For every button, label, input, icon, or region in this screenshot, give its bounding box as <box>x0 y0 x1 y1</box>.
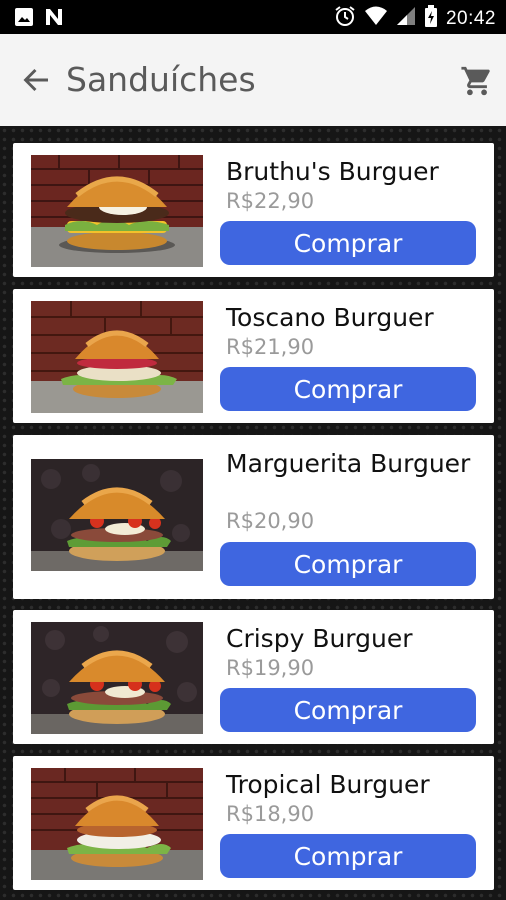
product-price: R$20,90 <box>226 509 315 533</box>
alarm-icon <box>334 5 356 32</box>
status-left-icons <box>14 7 64 32</box>
product-card: Toscano Burguer R$21,90 Comprar <box>13 289 494 423</box>
arrow-back-icon <box>23 69 48 91</box>
product-name: Bruthu's Burguer <box>226 157 439 186</box>
wifi-icon <box>364 6 388 31</box>
status-right-icons: 20:42 <box>334 5 496 32</box>
status-bar: 20:42 <box>0 0 506 34</box>
product-image <box>31 155 203 267</box>
signal-icon <box>396 6 416 31</box>
battery-icon <box>424 5 438 32</box>
shopping-cart-icon <box>461 66 490 96</box>
product-price: R$22,90 <box>226 189 315 213</box>
status-time: 20:42 <box>445 7 496 29</box>
product-name: Toscano Burguer <box>226 303 434 332</box>
product-list[interactable]: Bruthu's Burguer R$22,90 Comprar Toscano… <box>0 126 506 900</box>
product-card: Bruthu's Burguer R$22,90 Comprar <box>13 143 494 277</box>
product-card: Tropical Burguer R$18,90 Comprar <box>13 756 494 890</box>
product-image <box>31 459 203 571</box>
buy-button[interactable]: Comprar <box>220 688 476 732</box>
back-button[interactable] <box>20 64 52 96</box>
product-price: R$21,90 <box>226 335 315 359</box>
notification-n-icon <box>44 7 64 32</box>
buy-button[interactable]: Comprar <box>220 542 476 586</box>
page-title: Sanduíches <box>66 60 256 99</box>
product-name: Tropical Burguer <box>226 770 430 799</box>
buy-button[interactable]: Comprar <box>220 834 476 878</box>
product-name: Marguerita Burguer <box>226 449 471 478</box>
buy-button[interactable]: Comprar <box>220 221 476 265</box>
product-name: Crispy Burguer <box>226 624 413 653</box>
product-image <box>31 301 203 413</box>
cart-button[interactable] <box>460 64 494 98</box>
product-image <box>31 768 203 880</box>
product-card: Marguerita Burguer R$20,90 Comprar <box>13 435 494 599</box>
image-icon <box>14 7 34 32</box>
app-bar: Sanduíches <box>0 34 506 126</box>
product-price: R$19,90 <box>226 656 315 680</box>
product-price: R$18,90 <box>226 802 315 826</box>
buy-button[interactable]: Comprar <box>220 367 476 411</box>
product-image <box>31 622 203 734</box>
product-card: Crispy Burguer R$19,90 Comprar <box>13 610 494 744</box>
